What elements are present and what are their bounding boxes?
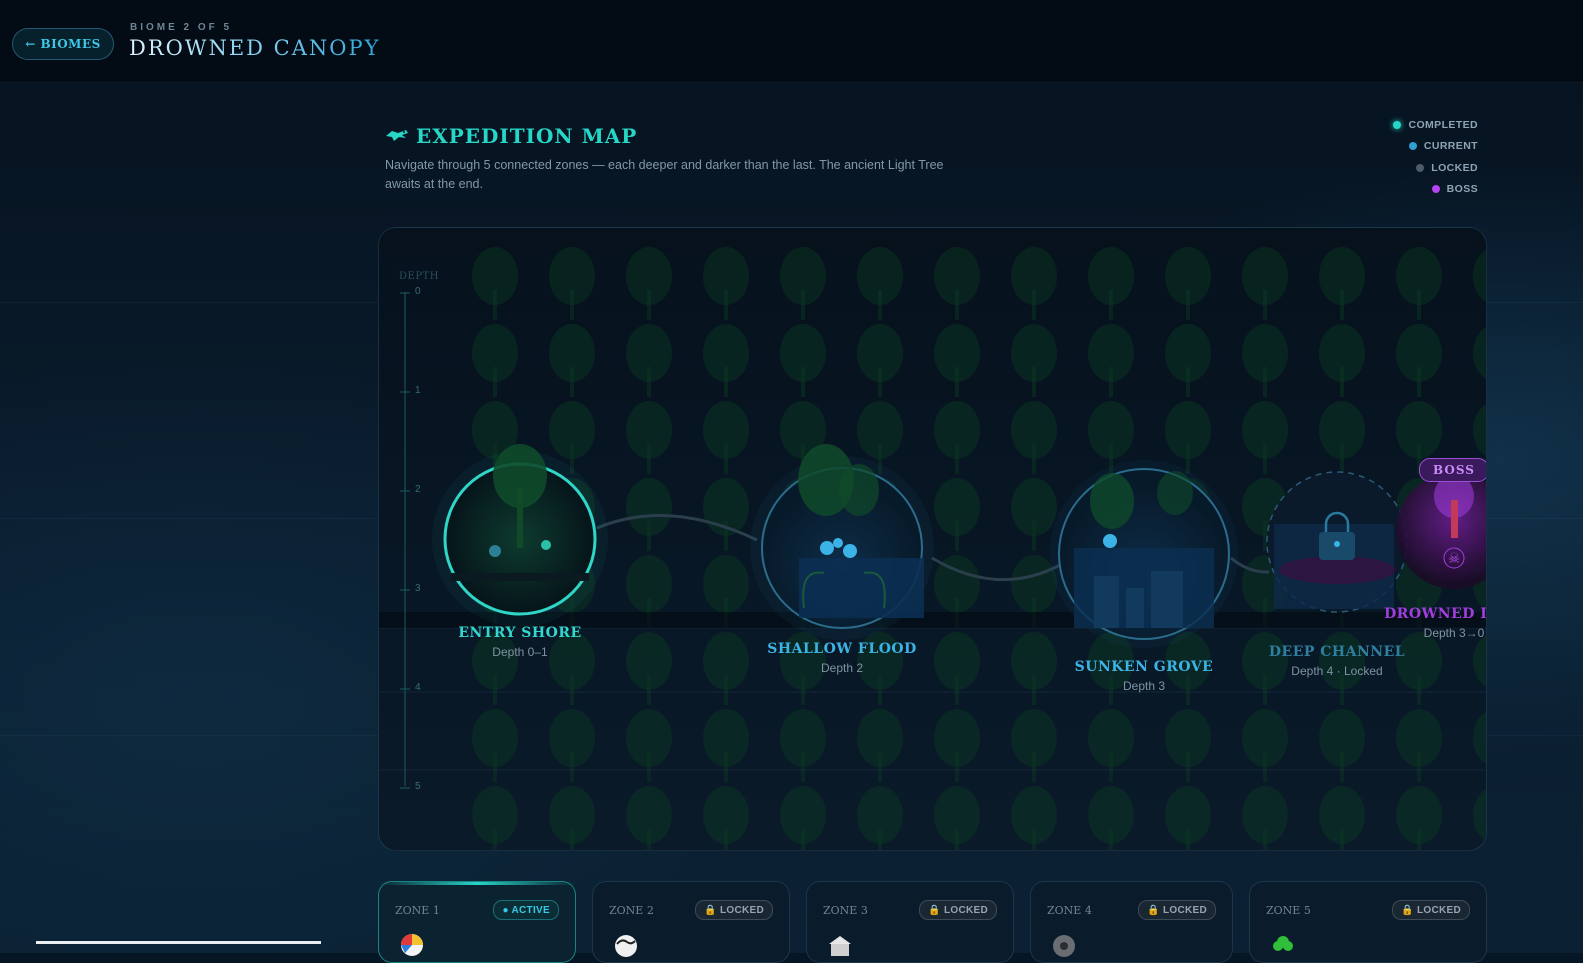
biome-title: DROWNED CANOPY — [129, 36, 381, 60]
zone-depth: Depth 3 — [1122, 679, 1166, 693]
zone-label-sunken-grove[interactable]: SUNKEN GROVE Depth 3 — [1075, 659, 1214, 693]
map-canvas: ☠ — [379, 247, 1486, 850]
zone-name: DROWNED LIGH — [1384, 606, 1486, 622]
legend-label: COMPLETED — [1408, 118, 1478, 131]
locked-dot-icon — [1416, 163, 1425, 172]
zone-node-entry-shore[interactable] — [432, 444, 608, 627]
zone-card-1[interactable]: ZONE 1 ● ACTIVE — [378, 881, 576, 963]
temple-icon — [829, 936, 851, 956]
status-badge: 🔒 LOCKED — [1138, 900, 1216, 920]
depth-tick-label: 4 — [415, 682, 421, 693]
scroll-indicator — [36, 941, 321, 944]
depth-tick-label: 0 — [415, 286, 421, 297]
zone-node-sunken-grove[interactable] — [1050, 460, 1238, 648]
legend-item-completed: COMPLETED — [1393, 114, 1478, 136]
status-badge: 🔒 LOCKED — [919, 900, 997, 920]
skull-icon: ☠ — [1448, 551, 1461, 567]
zone-depth: Depth 2 — [820, 661, 864, 675]
page-title: EXPEDITION MAP — [416, 124, 638, 148]
current-dot-icon — [1408, 142, 1417, 151]
legend-item-locked: LOCKED — [1393, 157, 1478, 179]
water-wave-icon — [615, 935, 637, 957]
zone-node-shallow-flood[interactable] — [750, 444, 934, 640]
card-zone-number: ZONE 3 — [823, 903, 868, 917]
zone-label-deep-channel[interactable]: DEEP CHANNEL Depth 4 · Locked — [1269, 644, 1405, 678]
beach-ball-icon — [401, 934, 423, 956]
legend-label: BOSS — [1446, 183, 1478, 196]
zone-card-4[interactable]: ZONE 4 🔒 LOCKED — [1030, 881, 1233, 963]
zone-name: DEEP CHANNEL — [1268, 644, 1406, 660]
card-zone-number: ZONE 5 — [1266, 903, 1311, 917]
zone-node-deep-channel[interactable] — [1266, 471, 1408, 613]
zone-card-2[interactable]: ZONE 2 🔒 LOCKED — [592, 881, 790, 963]
active-indicator — [379, 882, 575, 885]
boss-badge: BOSS — [1419, 458, 1486, 482]
tree-icon — [1273, 936, 1293, 951]
zone-depth: Depth 4 · Locked — [1291, 664, 1383, 678]
zone-label-boss[interactable]: DROWNED LIGH Depth 3→0 — [1384, 606, 1486, 640]
legend-label: LOCKED — [1431, 161, 1478, 174]
zone-card-3[interactable]: ZONE 3 🔒 LOCKED — [806, 881, 1014, 963]
boss-dot-icon — [1431, 185, 1440, 194]
legend-label: CURRENT — [1423, 140, 1478, 153]
map-description: Navigate through 5 connected zones — eac… — [385, 158, 944, 191]
zone-label-entry-shore[interactable]: ENTRY SHORE Depth 0–1 — [458, 625, 581, 659]
status-badge: 🔒 LOCKED — [1392, 900, 1470, 920]
zone-name: SUNKEN GROVE — [1074, 659, 1214, 675]
expedition-map-panel: ☠ DEPTH 0 1 2 3 4 5 BOSS ENTRY SHORE Depth 0–… — [378, 227, 1487, 851]
zone-name: SHALLOW FLOOD — [767, 641, 917, 657]
status-badge: ● ACTIVE — [493, 900, 559, 920]
legend: COMPLETED CURRENT LOCKED BOSS — [1393, 114, 1478, 200]
zone-name: ENTRY SHORE — [458, 625, 582, 641]
map-icon — [386, 130, 408, 141]
back-to-biomes-button[interactable]: ← BIOMES — [12, 28, 114, 60]
legend-item-boss: BOSS — [1393, 179, 1478, 201]
zone-card-5[interactable]: ZONE 5 🔒 LOCKED — [1249, 881, 1487, 963]
depth-tick-label: 1 — [415, 385, 421, 396]
gear-icon — [1053, 935, 1075, 957]
depth-tick-label: 5 — [415, 781, 421, 792]
card-zone-number: ZONE 2 — [609, 903, 654, 917]
zone-label-shallow-flood[interactable]: SHALLOW FLOOD Depth 2 — [767, 641, 917, 675]
card-zone-number: ZONE 4 — [1047, 903, 1092, 917]
card-zone-number: ZONE 1 — [395, 903, 440, 917]
zone-depth: Depth 3→0 — [1423, 626, 1485, 640]
depth-tick-label: 2 — [415, 484, 421, 495]
biome-progress-label: BIOME 2 OF 5 — [130, 22, 233, 33]
completed-dot-icon — [1393, 120, 1402, 129]
depth-axis-label: DEPTH — [399, 271, 439, 282]
zone-depth: Depth 0–1 — [492, 645, 548, 659]
top-bar: ← BIOMES BIOME 2 OF 5 DROWNED CANOPY — [0, 0, 1583, 83]
legend-item-current: CURRENT — [1393, 136, 1478, 158]
status-badge: 🔒 LOCKED — [695, 900, 773, 920]
depth-tick-label: 3 — [415, 583, 421, 594]
